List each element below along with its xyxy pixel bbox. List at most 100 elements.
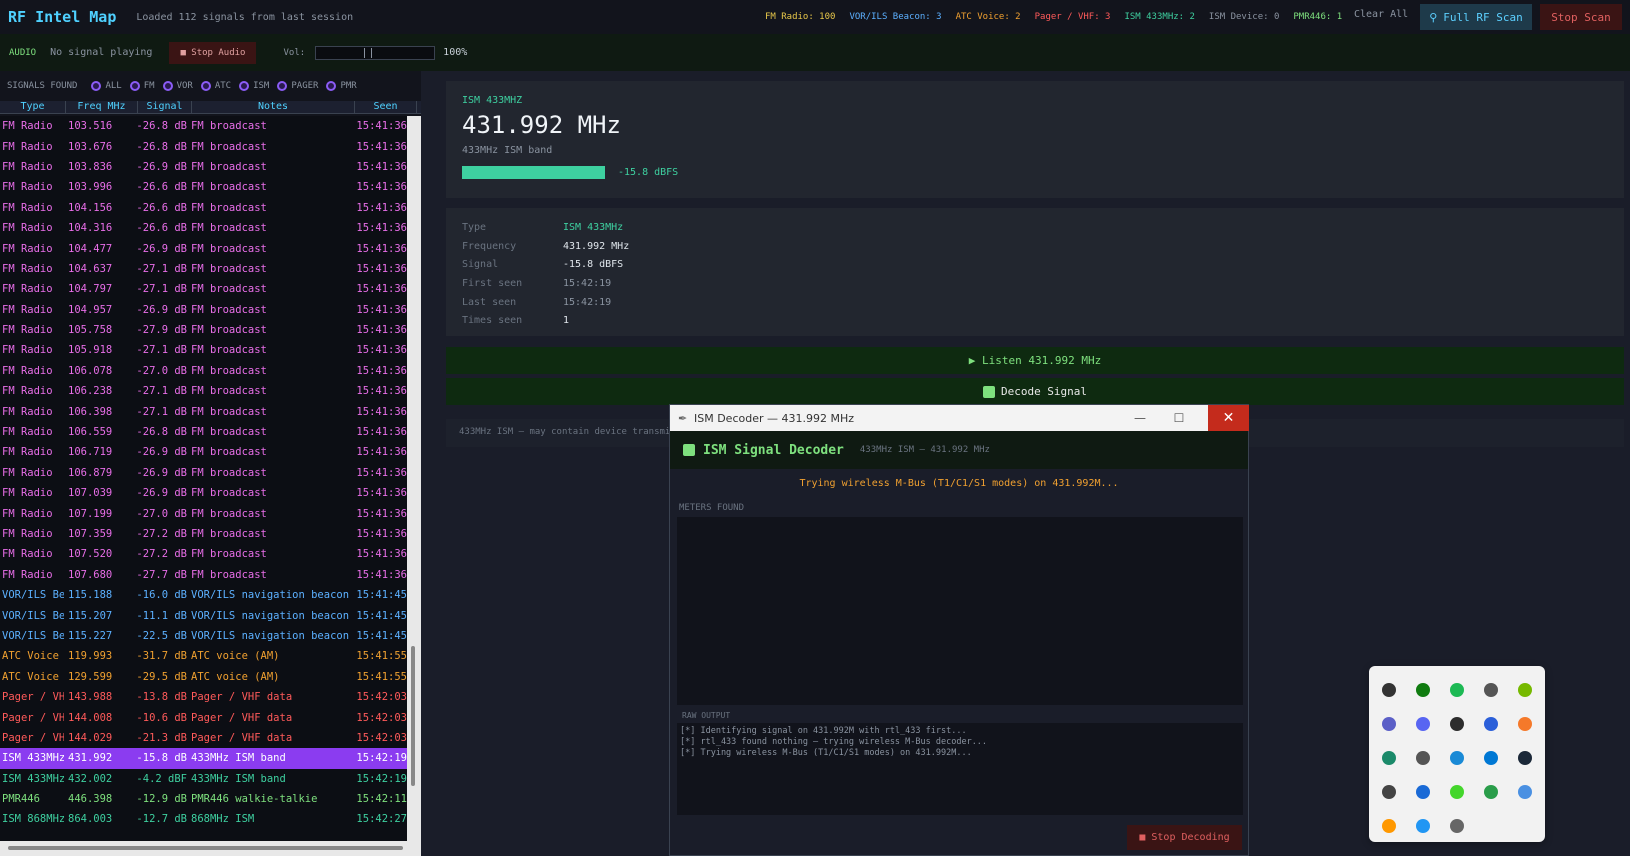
decode-signal-button[interactable]: Decode Signal — [446, 378, 1624, 405]
shield-icon[interactable] — [1440, 741, 1474, 775]
table-row[interactable]: ATC Voice 129.599 -29.5 dB ATC voice (AM) 15… — [0, 667, 407, 687]
table-row[interactable]: FM Radio 107.199 -27.0 dB FM broadcast 15:41… — [0, 503, 407, 523]
stop-scan-button[interactable]: Stop Scan — [1540, 4, 1622, 30]
horizontal-scrollbar[interactable] — [0, 841, 421, 856]
table-row[interactable]: FM Radio 106.078 -27.0 dB FM broadcast 15:41… — [0, 361, 407, 381]
chatgpt-icon[interactable] — [1474, 673, 1508, 707]
table-row[interactable]: ATC Voice 119.993 -31.7 dB ATC voice (AM) 15… — [0, 646, 407, 666]
table-row[interactable]: FM Radio 107.680 -27.7 dB FM broadcast 15:41… — [0, 565, 407, 585]
cell-freq: 107.520 — [68, 548, 113, 561]
col-type[interactable]: Type — [0, 101, 66, 113]
clear-all-button[interactable]: Clear All — [1354, 9, 1408, 20]
table-row[interactable]: FM Radio 103.836 -26.9 dB FM broadcast 15:41… — [0, 157, 407, 177]
cell-seen: 15:41:36 — [356, 283, 407, 296]
table-row[interactable]: FM Radio 104.637 -27.1 dB FM broadcast 15:41… — [0, 259, 407, 279]
table-row[interactable]: Pager / VH 144.029 -21.3 dB Pager / VHF dat… — [0, 728, 407, 748]
table-row[interactable]: FM Radio 106.398 -27.1 dB FM broadcast 15:41… — [0, 401, 407, 421]
close-button[interactable]: ✕ — [1208, 405, 1249, 431]
stop-decoding-button[interactable]: ■ Stop Decoding — [1127, 825, 1242, 850]
usb-icon[interactable] — [1406, 741, 1440, 775]
table-row[interactable]: FM Radio 106.559 -26.8 dB FM broadcast 15:41… — [0, 422, 407, 442]
cell-type: FM Radio — [2, 324, 53, 337]
table-row[interactable]: FM Radio 104.957 -26.9 dB FM broadcast 15:41… — [0, 300, 407, 320]
minimize-button[interactable]: — — [1121, 405, 1159, 431]
menu-icon[interactable] — [1440, 809, 1474, 843]
bluetooth-icon[interactable] — [1474, 741, 1508, 775]
listen-button[interactable]: ▶ Listen 431.992 MHz — [446, 347, 1624, 374]
filter-vor[interactable]: VOR — [162, 81, 193, 91]
col-freq[interactable]: Freq MHz — [66, 101, 138, 113]
table-row[interactable]: FM Radio 106.238 -27.1 dB FM broadcast 15:41… — [0, 381, 407, 401]
steam-icon[interactable] — [1508, 741, 1542, 775]
table-row[interactable]: FM Radio 104.797 -27.1 dB FM broadcast 15:41… — [0, 279, 407, 299]
table-row[interactable]: FM Radio 106.719 -26.9 dB FM broadcast 15:41… — [0, 442, 407, 462]
copy-icon[interactable] — [1372, 775, 1406, 809]
full-rf-scan-button[interactable]: ⚲ Full RF Scan — [1420, 4, 1532, 30]
radio-icon[interactable] — [277, 81, 288, 91]
radio-icon[interactable] — [200, 81, 211, 91]
table-row[interactable]: FM Radio 103.676 -26.8 dB FM broadcast 15:41… — [0, 136, 407, 156]
col-notes[interactable]: Notes — [192, 101, 355, 113]
app-icon[interactable] — [1372, 673, 1406, 707]
radio-icon[interactable] — [162, 81, 173, 91]
volume-knob[interactable] — [364, 47, 373, 58]
nvidia-icon[interactable] — [1508, 673, 1542, 707]
volume-slider[interactable] — [315, 45, 436, 60]
table-row[interactable]: ISM 868MHz 864.003 -12.7 dB 868MHz ISM 15:42… — [0, 809, 407, 829]
filter-pmr[interactable]: PMR — [326, 81, 357, 91]
stop-audio-button[interactable]: ■ Stop Audio — [169, 41, 257, 64]
signal-counts: FM Radio: 100 VOR/ILS Beacon: 3 ATC Voice:… — [765, 0, 1342, 34]
terminal-icon[interactable] — [1440, 707, 1474, 741]
window-icon[interactable] — [1406, 809, 1440, 843]
steam-alt-icon[interactable] — [1372, 741, 1406, 775]
table-row[interactable]: FM Radio 107.039 -26.9 dB FM broadcast 15:41… — [0, 483, 407, 503]
blender-icon[interactable] — [1508, 707, 1542, 741]
headset-icon[interactable] — [1474, 775, 1508, 809]
table-row[interactable]: VOR/ILS Be: 115.188 -16.0 dB VOR/ILS naviga… — [0, 585, 407, 605]
radio-icon[interactable] — [91, 81, 102, 91]
filter-fm[interactable]: FM — [129, 81, 155, 91]
info-value: 15:42:19 — [563, 296, 612, 308]
col-seen[interactable]: Seen — [355, 101, 417, 113]
cell-freq: 103.516 — [68, 120, 113, 133]
vertical-scrollbar[interactable] — [407, 116, 421, 841]
xbox-icon[interactable] — [1406, 673, 1440, 707]
table-row[interactable]: FM Radio 107.520 -27.2 dB FM broadcast 15:41… — [0, 544, 407, 564]
table-row[interactable]: ISM 433MHz 431.992 -15.8 dB 433MHz ISM band… — [0, 748, 407, 769]
table-row[interactable]: FM Radio 105.918 -27.1 dB FM broadcast 15:41… — [0, 340, 407, 360]
table-row[interactable]: PMR446 446.398 -12.9 dB PMR446 walkie-talki… — [0, 789, 407, 809]
table-row[interactable]: FM Radio 107.359 -27.2 dB FM broadcast 15:41… — [0, 524, 407, 544]
malwarebytes-icon[interactable] — [1474, 707, 1508, 741]
table-row[interactable]: FM Radio 103.996 -26.6 dB FM broadcast 15:41… — [0, 177, 407, 197]
table-row[interactable]: Pager / VH 144.008 -10.6 dB Pager / VHF dat… — [0, 707, 407, 727]
hscroll-thumb[interactable] — [8, 846, 403, 850]
table-row[interactable]: FM Radio 103.516 -26.8 dB FM broadcast 15:41… — [0, 116, 407, 136]
maximize-button[interactable]: ☐ — [1160, 405, 1198, 431]
zoom-icon[interactable] — [1372, 707, 1406, 741]
window-titlebar[interactable]: ✒ ISM Decoder — 431.992 MHz — ☐ ✕ — [670, 405, 1249, 431]
filter-ism[interactable]: ISM — [239, 81, 269, 91]
radio-icon[interactable] — [326, 81, 337, 91]
table-row[interactable]: VOR/ILS Be: 115.207 -11.1 dB VOR/ILS naviga… — [0, 605, 407, 625]
razer-icon[interactable] — [1440, 775, 1474, 809]
table-row[interactable]: ISM 433MHz 432.002 -4.2 dBF 433MHz ISM band… — [0, 769, 407, 789]
col-signal[interactable]: Signal — [138, 101, 192, 113]
table-row[interactable]: FM Radio 104.156 -26.6 dB FM broadcast 15:41… — [0, 198, 407, 218]
table-row[interactable]: FM Radio 104.477 -26.9 dB FM broadcast 15:41… — [0, 238, 407, 258]
filter-pager[interactable]: PAGER — [277, 81, 318, 91]
spotify-icon[interactable] — [1440, 673, 1474, 707]
filter-all[interactable]: ALL — [91, 81, 122, 91]
table-row[interactable]: FM Radio 106.879 -26.9 dB FM broadcast 15:41… — [0, 463, 407, 483]
table-row[interactable]: Pager / VH 143.988 -13.8 dB Pager / VHF dat… — [0, 687, 407, 707]
filter-atc[interactable]: ATC — [200, 81, 231, 91]
scroll-thumb[interactable] — [411, 646, 415, 786]
radio-icon[interactable] — [129, 81, 140, 91]
radio-icon[interactable] — [239, 81, 250, 91]
lifesaver-icon[interactable] — [1406, 775, 1440, 809]
table-row[interactable]: FM Radio 104.316 -26.6 dB FM broadcast 15:41… — [0, 218, 407, 238]
table-row[interactable]: FM Radio 105.758 -27.9 dB FM broadcast 15:41… — [0, 320, 407, 340]
discord-icon[interactable] — [1406, 707, 1440, 741]
table-row[interactable]: VOR/ILS Be: 115.227 -22.5 dB VOR/ILS naviga… — [0, 626, 407, 646]
sublime-icon[interactable] — [1372, 809, 1406, 843]
globe-icon[interactable] — [1508, 775, 1542, 809]
